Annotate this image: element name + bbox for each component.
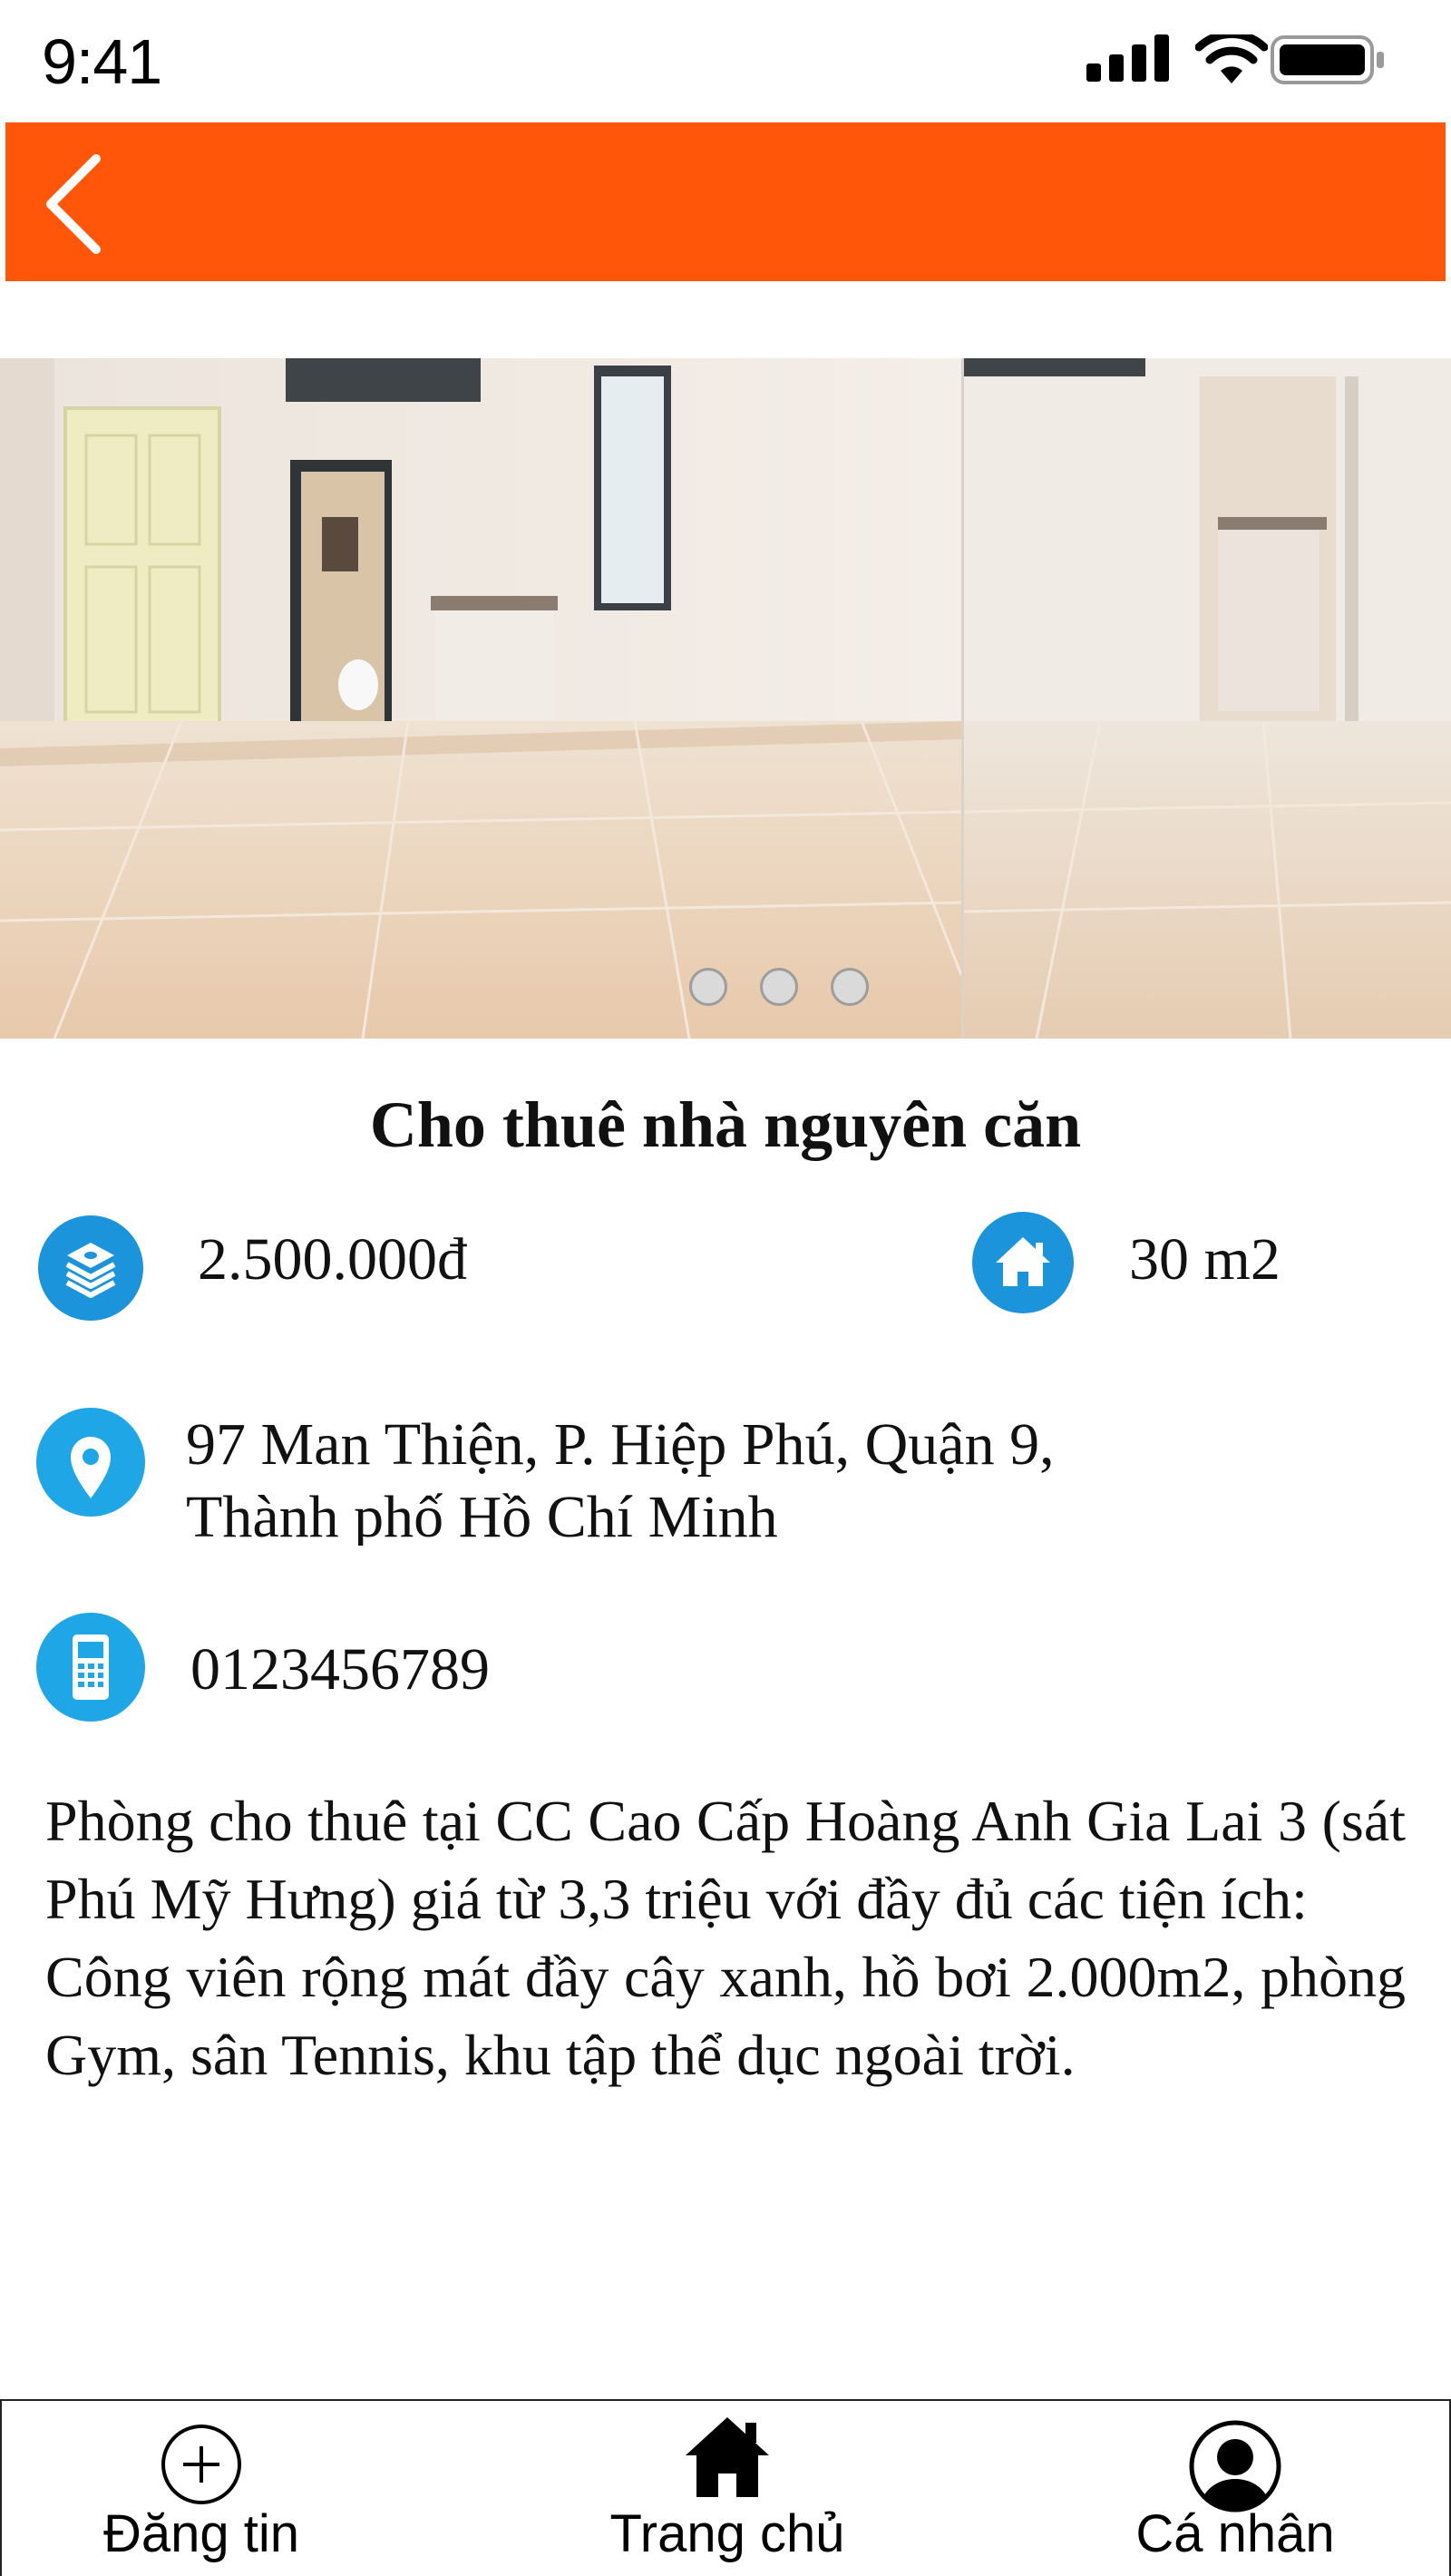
pager-dot[interactable] (831, 968, 869, 1006)
pager-dot[interactable] (689, 968, 727, 1006)
description-paragraph: Phòng cho thuê tại CC Cao Cấp Hoàng Anh … (45, 1789, 1406, 1931)
nav-label: Trang chủ (609, 2504, 845, 2563)
nav-home[interactable]: Trang chủ (582, 2401, 872, 2576)
area-icon-circle (972, 1212, 1074, 1313)
address-icon-circle (36, 1408, 145, 1517)
pager-dot[interactable] (760, 968, 798, 1006)
signal-icon (1086, 34, 1169, 82)
nav-label: Đăng tin (102, 2504, 300, 2563)
back-button[interactable] (33, 150, 123, 259)
battery-icon (1271, 35, 1384, 84)
plus-circle-icon (161, 2425, 241, 2504)
chevron-left-icon (46, 154, 101, 254)
area-value: 30 m2 (1129, 1226, 1281, 1293)
description-paragraph: Công viên rộng mát đầy cây xanh, hồ bơi … (45, 1945, 1406, 2087)
nav-profile[interactable]: Cá nhân (1099, 2401, 1371, 2576)
user-avatar-icon (1189, 2420, 1281, 2513)
room-photo-secondary (961, 358, 1451, 1039)
price-value: 2.500.000đ (198, 1226, 467, 1293)
nav-post-listing[interactable]: Đăng tin (65, 2401, 337, 2576)
status-bar: 9:41 (0, 0, 1451, 118)
nav-label: Cá nhân (1135, 2504, 1335, 2563)
phone-value[interactable]: 0123456789 (190, 1633, 490, 1707)
address-line-2: Thành phố Hồ Chí Minh (186, 1484, 778, 1546)
price-icon-circle (38, 1215, 143, 1321)
home-icon (686, 2417, 769, 2497)
money-stack-icon (65, 1243, 116, 1298)
status-time: 9:41 (42, 26, 162, 97)
address-line-1: 97 Man Thiện, P. Hiệp Phú, Quận 9, (186, 1411, 1055, 1478)
listing-description: Phòng cho thuê tại CC Cao Cấp Hoàng Anh … (45, 1782, 1406, 2094)
photo-gallery[interactable] (0, 358, 1451, 1039)
listing-title: Cho thuê nhà nguyên căn (369, 1088, 1082, 1161)
bottom-nav: Đăng tin Trang chủ Cá nhân (0, 2399, 1451, 2576)
phone-icon-circle (36, 1613, 145, 1722)
gallery-pager (689, 968, 869, 1008)
location-pin-icon (71, 1437, 111, 1498)
wifi-icon (1195, 34, 1268, 83)
app-header (5, 122, 1446, 281)
mobile-phone-icon (73, 1634, 109, 1700)
home-icon (996, 1237, 1050, 1286)
room-photo-main (0, 358, 961, 1039)
